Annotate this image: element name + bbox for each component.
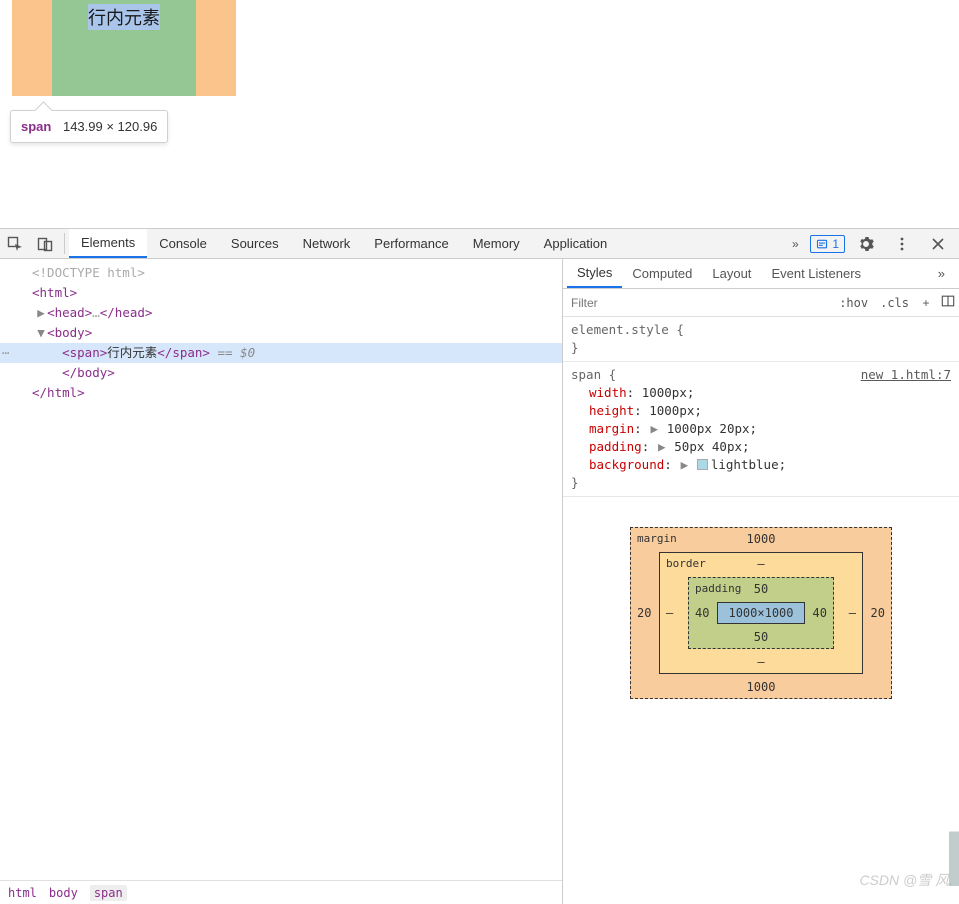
breadcrumb-span[interactable]: span xyxy=(90,885,127,901)
settings-icon[interactable] xyxy=(851,236,881,252)
tab-memory[interactable]: Memory xyxy=(461,229,532,258)
inspected-span-padding: 行内元素 xyxy=(52,0,196,96)
bm-margin-top: 1000 xyxy=(631,532,891,546)
tab-sources[interactable]: Sources xyxy=(219,229,291,258)
css-rule[interactable]: span {new 1.html:7width: 1000px;height: … xyxy=(563,362,959,497)
inspect-element-icon[interactable] xyxy=(0,229,30,258)
dom-line[interactable]: ▼<body> xyxy=(0,323,562,343)
bm-border-left: – xyxy=(666,606,673,620)
breadcrumb-body[interactable]: body xyxy=(49,886,78,900)
box-model-padding: padding 50 40 40 50 1000×1000 xyxy=(688,577,834,649)
bm-border-right: – xyxy=(849,606,856,620)
new-rule-icon[interactable]: + xyxy=(915,296,937,310)
styles-tab-event-listeners[interactable]: Event Listeners xyxy=(761,259,871,288)
css-rule[interactable]: element.style {} xyxy=(563,317,959,362)
device-toggle-icon[interactable] xyxy=(30,229,60,258)
box-model-margin: margin 1000 20 20 1000 border – – – – xyxy=(630,527,892,699)
devtools: ElementsConsoleSourcesNetworkPerformance… xyxy=(0,228,959,904)
tab-network[interactable]: Network xyxy=(291,229,363,258)
bm-padding-top: 50 xyxy=(689,582,833,596)
scrollbar[interactable] xyxy=(949,0,959,904)
more-tabs-icon[interactable]: » xyxy=(780,229,810,258)
dom-tree[interactable]: <!DOCTYPE html> <html> ▶<head>…</head> ▼… xyxy=(0,259,562,880)
bm-padding-bottom: 50 xyxy=(689,630,833,644)
bm-margin-left: 20 xyxy=(637,606,651,620)
css-rules[interactable]: element.style {}span {new 1.html:7width:… xyxy=(563,317,959,497)
dom-line[interactable]: </body> xyxy=(0,363,562,383)
tab-performance[interactable]: Performance xyxy=(362,229,460,258)
hov-toggle[interactable]: :hov xyxy=(833,296,874,310)
issues-badge[interactable]: 1 xyxy=(810,235,845,253)
page-viewport: 行内元素 span 143.99 × 120.96 xyxy=(0,0,959,228)
dom-line[interactable]: <span>行内元素</span> == $0 xyxy=(0,343,562,363)
tab-elements[interactable]: Elements xyxy=(69,229,147,258)
bm-margin-right: 20 xyxy=(871,606,885,620)
devtools-toolbar: ElementsConsoleSourcesNetworkPerformance… xyxy=(0,229,959,259)
inspected-span-overlay: 行内元素 xyxy=(12,0,236,96)
inspected-span-content: 行内元素 xyxy=(88,4,160,30)
dom-line[interactable]: <html> xyxy=(0,283,562,303)
dom-line[interactable]: <!DOCTYPE html> xyxy=(0,263,562,283)
bm-border-top: – xyxy=(660,557,862,571)
separator xyxy=(64,233,65,254)
styles-tab-styles[interactable]: Styles xyxy=(567,259,622,288)
elements-panel: <!DOCTYPE html> <html> ▶<head>…</head> ▼… xyxy=(0,259,563,904)
dom-line[interactable]: </html> xyxy=(0,383,562,403)
bm-margin-bottom: 1000 xyxy=(631,680,891,694)
box-model: margin 1000 20 20 1000 border – – – – xyxy=(563,497,959,904)
main-tabs: ElementsConsoleSourcesNetworkPerformance… xyxy=(69,229,780,258)
styles-panel: StylesComputedLayoutEvent Listeners» :ho… xyxy=(563,259,959,904)
styles-filter-input[interactable] xyxy=(563,289,833,316)
box-model-content: 1000×1000 xyxy=(717,602,805,624)
cls-toggle[interactable]: .cls xyxy=(874,296,915,310)
dom-breadcrumbs[interactable]: html body span xyxy=(0,880,562,904)
dom-line[interactable]: ▶<head>…</head> xyxy=(0,303,562,323)
watermark: CSDN @雪 风. xyxy=(859,870,953,890)
kebab-menu-icon[interactable] xyxy=(887,236,917,252)
styles-tabs: StylesComputedLayoutEvent Listeners» xyxy=(563,259,959,289)
bm-border-bottom: – xyxy=(660,655,862,669)
styles-filter-bar: :hov .cls + xyxy=(563,289,959,317)
issues-count: 1 xyxy=(832,237,839,251)
element-tooltip: span 143.99 × 120.96 xyxy=(10,110,168,143)
bm-padding-left: 40 xyxy=(695,606,709,620)
styles-tab-computed[interactable]: Computed xyxy=(622,259,702,288)
bm-padding-right: 40 xyxy=(813,606,827,620)
tooltip-dimensions: 143.99 × 120.96 xyxy=(63,119,157,134)
tooltip-tagname: span xyxy=(21,119,51,134)
box-model-border: border – – – – padding 50 40 40 xyxy=(659,552,863,674)
tab-application[interactable]: Application xyxy=(532,229,620,258)
styles-tab-layout[interactable]: Layout xyxy=(702,259,761,288)
breadcrumb-html[interactable]: html xyxy=(8,886,37,900)
tab-console[interactable]: Console xyxy=(147,229,219,258)
